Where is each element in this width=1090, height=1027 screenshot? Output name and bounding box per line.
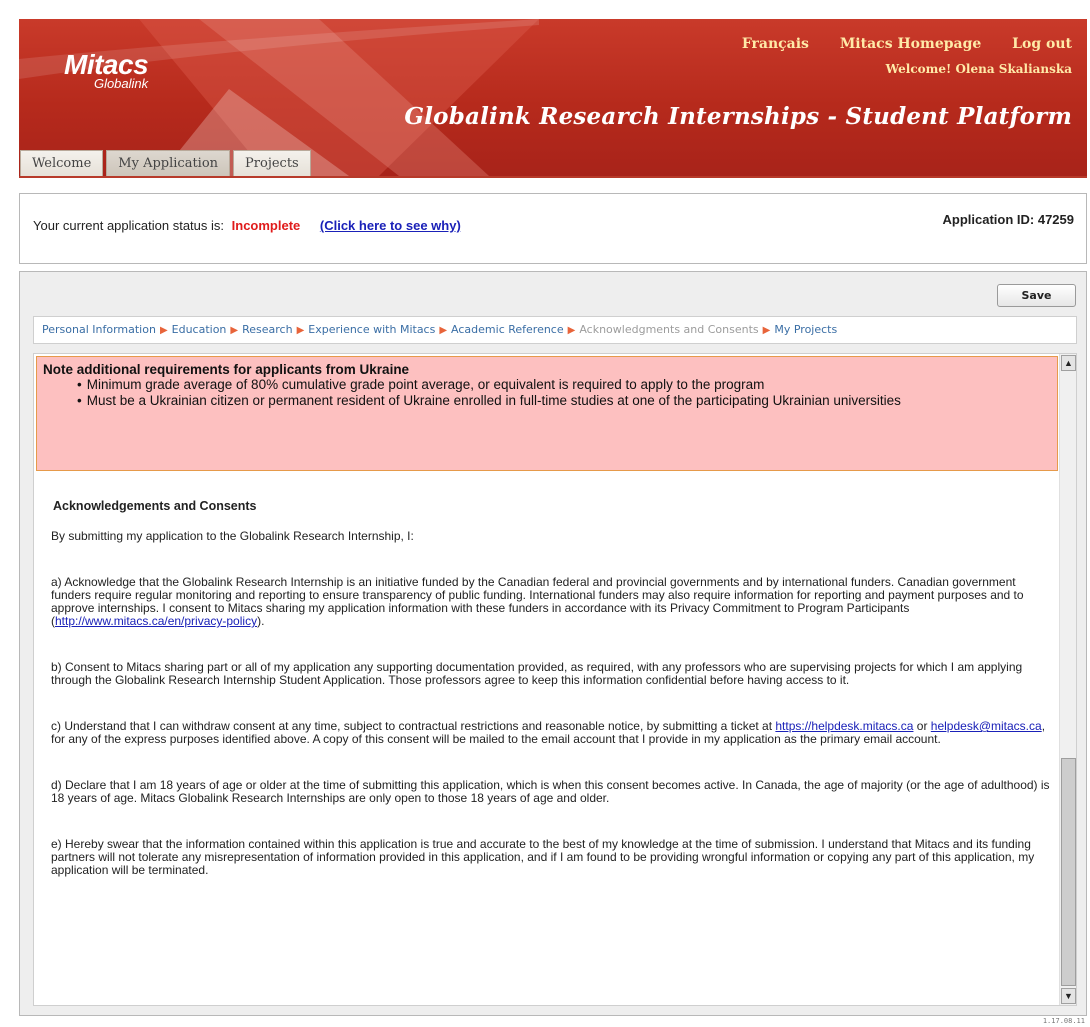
tab-my-application[interactable]: My Application [106, 150, 231, 176]
status-value: Incomplete [231, 218, 301, 233]
consent-paragraph-c: c) Understand that I can withdraw consen… [51, 720, 1051, 746]
top-links: Français Mitacs Homepage Log out [716, 36, 1072, 52]
crumb-academic-reference[interactable]: Academic Reference [451, 323, 564, 336]
welcome-text: Welcome! Olena Skalianska [885, 62, 1072, 76]
scroll-down-icon[interactable]: ▼ [1061, 988, 1076, 1004]
privacy-policy-link[interactable]: http://www.mitacs.ca/en/privacy-policy [55, 614, 257, 628]
main-tabs: Welcome My Application Projects [20, 150, 314, 176]
consent-scroll-area[interactable]: Note additional requirements for applica… [33, 353, 1077, 1006]
vertical-scrollbar[interactable]: ▲ ▼ [1059, 354, 1076, 1005]
save-button[interactable]: Save [997, 284, 1076, 307]
consent-paragraph-b: b) Consent to Mitacs sharing part or all… [51, 660, 1023, 687]
version-label: 1.17.08.11 [1042, 1017, 1085, 1025]
tab-welcome[interactable]: Welcome [20, 150, 104, 176]
consent-paragraph-d: d) Declare that I am 18 years of age or … [51, 778, 1050, 805]
notice-item: Must be a Ukrainian citizen or permanent… [77, 393, 1051, 409]
arrow-right-icon: ▶ [230, 325, 239, 336]
breadcrumb: Personal Information ▶ Education ▶ Research ▶… [33, 316, 1077, 344]
notice-item: Minimum grade average of 80% cumulative … [77, 377, 1051, 393]
arrow-right-icon: ▶ [567, 325, 576, 336]
ukraine-requirements-notice: Note additional requirements for applica… [36, 356, 1058, 471]
consent-intro: By submitting my application to the Glob… [51, 529, 414, 543]
application-panel: Save Personal Information ▶ Education ▶ Rese… [19, 271, 1087, 1016]
helpdesk-url-link[interactable]: https://helpdesk.mitacs.ca [775, 719, 913, 733]
helpdesk-email-link[interactable]: helpdesk@mitacs.ca [931, 719, 1042, 733]
crumb-personal-information[interactable]: Personal Information [42, 323, 156, 336]
status-label: Your current application status is: [33, 218, 225, 233]
paragraph-c-text-2: or [913, 719, 931, 733]
crumb-my-projects[interactable]: My Projects [774, 323, 837, 336]
homepage-link[interactable]: Mitacs Homepage [840, 36, 981, 52]
scroll-up-icon[interactable]: ▲ [1061, 355, 1076, 371]
crumb-research[interactable]: Research [242, 323, 292, 336]
arrow-right-icon: ▶ [159, 325, 168, 336]
consent-text: Acknowledgements and Consents By submitt… [51, 500, 1051, 877]
paragraph-c-text-1: c) Understand that I can withdraw consen… [51, 719, 776, 733]
notice-title: Note additional requirements for applica… [43, 362, 410, 377]
consent-paragraph-e: e) Hereby swear that the information con… [51, 837, 1035, 877]
arrow-right-icon: ▶ [296, 325, 305, 336]
arrow-right-icon: ▶ [762, 325, 771, 336]
notice-list: Minimum grade average of 80% cumulative … [43, 377, 1051, 409]
scrollbar-thumb[interactable] [1061, 758, 1076, 986]
crumb-acknowledgments-and-consents: Acknowledgments and Consents [579, 323, 759, 336]
platform-title: Globalink Research Internships - Student… [404, 103, 1072, 130]
consent-heading: Acknowledgements and Consents [53, 499, 257, 513]
mitacs-logo[interactable]: Mitacs Globalink [64, 49, 149, 92]
application-id: Application ID: 47259 [942, 212, 1074, 227]
logo-word: Mitacs [64, 49, 149, 80]
crumb-education[interactable]: Education [172, 323, 227, 336]
status-box: Your current application status is: Inco… [19, 193, 1087, 264]
arrow-right-icon: ▶ [439, 325, 448, 336]
crumb-experience-with-mitacs[interactable]: Experience with Mitacs [308, 323, 435, 336]
header-divider [19, 176, 1087, 178]
french-link[interactable]: Français [742, 36, 809, 52]
status-why-link[interactable]: (Click here to see why) [320, 218, 461, 233]
logout-link[interactable]: Log out [1012, 36, 1072, 52]
tab-projects[interactable]: Projects [233, 150, 311, 176]
paragraph-a-end: ). [257, 614, 265, 628]
site-header: Mitacs Globalink Français Mitacs Homepag… [19, 19, 1087, 176]
status-line: Your current application status is: Inco… [33, 218, 461, 233]
consent-paragraph-a: a) Acknowledge that the Globalink Resear… [51, 576, 1051, 628]
